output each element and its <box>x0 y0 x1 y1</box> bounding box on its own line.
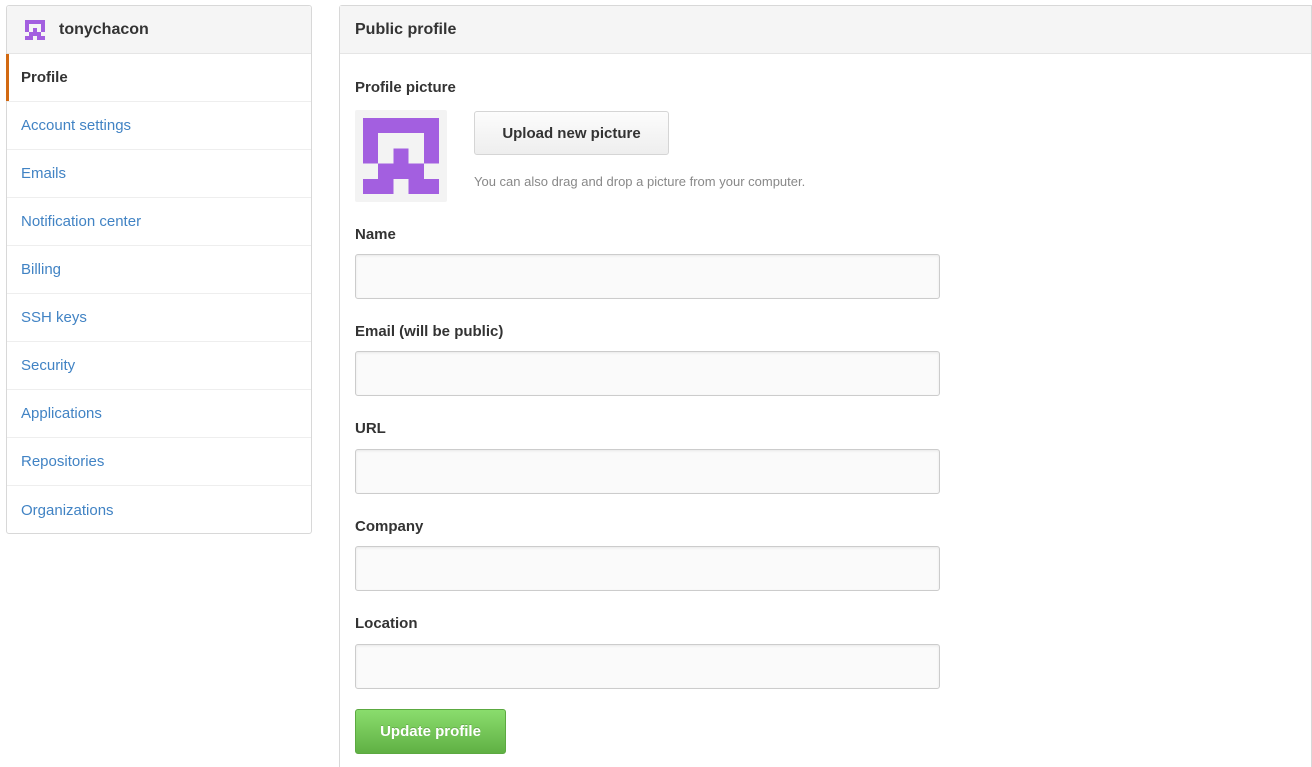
sidebar-item-repositories[interactable]: Repositories <box>7 438 311 486</box>
url-label: URL <box>355 420 386 437</box>
email-label: Email (will be public) <box>355 323 504 340</box>
name-field[interactable] <box>355 254 940 299</box>
sidebar-item-billing[interactable]: Billing <box>7 246 311 294</box>
profile-picture-label: Profile picture <box>355 79 456 96</box>
public-profile-panel: Public profile Profile picture Upload ne… <box>339 5 1312 767</box>
sidebar-item-label: Security <box>21 357 76 374</box>
sidebar-item-ssh-keys[interactable]: SSH keys <box>7 294 311 342</box>
sidebar-item-label: Applications <box>21 405 102 422</box>
sidebar-user-header[interactable]: tonychacon <box>7 6 311 54</box>
identicon-avatar-icon <box>363 118 439 194</box>
url-field[interactable] <box>355 449 940 494</box>
settings-page: tonychacon Profile Account settings Emai… <box>0 0 1312 767</box>
sidebar-item-label: Billing <box>21 261 62 278</box>
sidebar-item-label: Account settings <box>21 117 132 134</box>
sidebar-item-label: Emails <box>21 165 67 182</box>
sidebar-item-label: Repositories <box>21 453 105 470</box>
sidebar-item-label: Profile <box>21 69 68 86</box>
sidebar-item-notification-center[interactable]: Notification center <box>7 198 311 246</box>
sidebar-item-organizations[interactable]: Organizations <box>7 486 311 534</box>
sidebar-item-label: SSH keys <box>21 309 87 326</box>
email-field[interactable] <box>355 351 940 396</box>
upload-hint: You can also drag and drop a picture fro… <box>474 174 806 189</box>
sidebar-item-profile[interactable]: Profile <box>6 54 311 102</box>
panel-title: Public profile <box>340 6 1311 54</box>
location-field[interactable] <box>355 644 940 689</box>
sidebar-item-applications[interactable]: Applications <box>7 390 311 438</box>
company-field[interactable] <box>355 546 940 591</box>
sidebar-username: tonychacon <box>59 20 149 38</box>
sidebar-item-label: Notification center <box>21 213 142 230</box>
identicon-avatar-icon <box>25 19 45 40</box>
company-label: Company <box>355 518 424 535</box>
location-label: Location <box>355 615 418 632</box>
sidebar-item-emails[interactable]: Emails <box>7 150 311 198</box>
sidebar-item-account-settings[interactable]: Account settings <box>7 102 311 150</box>
name-label: Name <box>355 226 396 243</box>
upload-picture-button[interactable]: Upload new picture <box>474 111 669 155</box>
settings-sidebar: tonychacon Profile Account settings Emai… <box>6 5 312 534</box>
sidebar-item-security[interactable]: Security <box>7 342 311 390</box>
profile-avatar <box>355 110 447 202</box>
update-profile-button[interactable]: Update profile <box>355 709 506 754</box>
sidebar-item-label: Organizations <box>21 501 114 519</box>
